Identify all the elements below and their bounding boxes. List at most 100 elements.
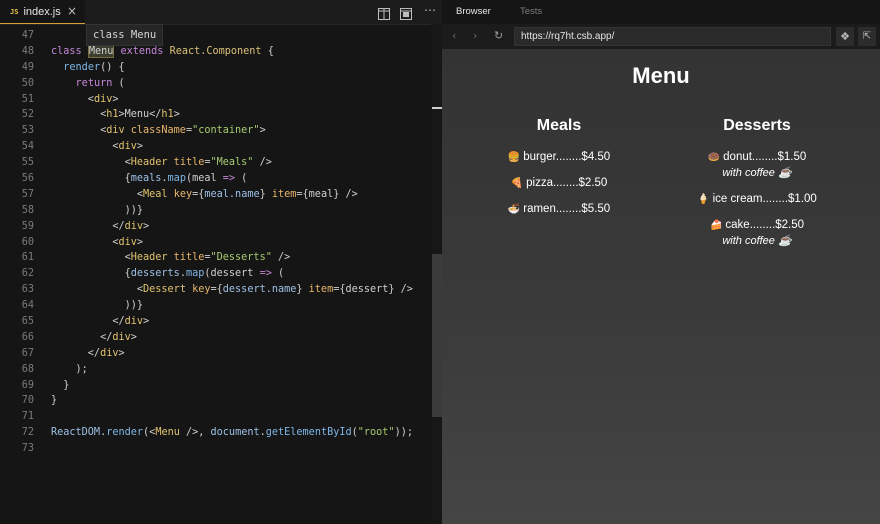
code-line[interactable]: 61 <Header title="Desserts" />	[0, 250, 430, 266]
browser-nav-bar: ‹ › ↻ https://rq7ht.csb.app/ ❖ ⇱	[442, 24, 880, 49]
code-token: {	[261, 45, 274, 57]
menu-item-label: ramen........$5.50	[523, 203, 611, 215]
overview-ruler-mark	[432, 107, 442, 109]
code-line[interactable]: 58 ))}	[0, 203, 430, 219]
code-token: getElementById	[265, 427, 352, 439]
code-token: />	[253, 157, 272, 169]
code-editor-pane[interactable]: JS index.js × ⋯ class Menu 47 48 class Men…	[0, 0, 442, 524]
code-line[interactable]: 59 </div>	[0, 219, 430, 235]
code-line[interactable]: 69 }	[0, 378, 430, 394]
split-editor-icon[interactable]	[378, 5, 390, 20]
code-token: item	[302, 284, 334, 296]
code-token: item	[265, 188, 297, 200]
code-token: div	[100, 347, 119, 359]
code-token: div	[106, 125, 125, 137]
code-token: <	[51, 157, 131, 169]
line-number: 48	[21, 45, 34, 57]
food-emoji-icon: 🍰	[709, 220, 723, 231]
code-line[interactable]: 57 <Meal key={meal.name} item={meal} />	[0, 187, 430, 203]
code-line[interactable]: 67 </div>	[0, 346, 430, 362]
code-token: (	[235, 173, 248, 185]
code-token: ))}	[51, 204, 144, 216]
more-icon[interactable]: ⋯	[424, 3, 436, 17]
preview-viewport: Menu Meals 🍔 burger........$4.50 🍕 pizza...…	[442, 49, 880, 524]
editor-scrollbar-thumb[interactable]	[432, 254, 442, 417]
code-token: "root"	[357, 427, 395, 439]
code-token: div	[124, 316, 144, 328]
open-in-new-window-icon[interactable]: ⇱	[858, 27, 876, 46]
code-line[interactable]: 52 <h1>Menu</h1>	[0, 107, 430, 123]
code-token: </	[51, 316, 125, 328]
food-emoji-icon: 🍔	[507, 152, 521, 163]
code-token: Header	[130, 157, 168, 169]
js-file-icon: JS	[10, 7, 19, 16]
forward-arrow-icon[interactable]: ›	[473, 30, 477, 42]
codesandbox-icon[interactable]: ❖	[836, 27, 854, 46]
file-tab[interactable]: JS index.js ×	[0, 0, 85, 24]
close-icon[interactable]: ×	[67, 4, 77, 18]
preview-icon[interactable]	[400, 5, 412, 20]
code-token: />,	[179, 427, 211, 439]
code-line[interactable]: 56 {meals.map(meal => (	[0, 171, 430, 187]
code-line[interactable]: 73	[0, 441, 430, 457]
code-line[interactable]: 51 <div>	[0, 92, 430, 108]
line-number: 67	[21, 347, 34, 359]
code-line[interactable]: 65 </div>	[0, 314, 430, 330]
code-line[interactable]: 71	[0, 409, 430, 425]
editor-tab-bar: JS index.js × ⋯	[0, 0, 442, 25]
code-token: (	[271, 268, 285, 280]
code-token: <	[51, 236, 119, 248]
code-token: >Menu</	[118, 109, 162, 121]
line-number: 71	[21, 411, 34, 423]
code-token: />	[271, 252, 291, 264]
code-token: key	[185, 284, 211, 296]
code-line[interactable]: 47	[0, 28, 430, 44]
code-line[interactable]: 68 );	[0, 362, 430, 378]
code-line[interactable]: 66 </div>	[0, 330, 430, 346]
code-line[interactable]: 63 <Dessert key={dessert.name} item={des…	[0, 282, 430, 298]
code-token: dessert.name	[222, 284, 297, 296]
code-token: <	[51, 93, 94, 105]
line-number: 62	[21, 268, 34, 280]
code-line[interactable]: 53 <div className="container">	[0, 123, 430, 139]
code-token: meal.name	[204, 188, 260, 200]
url-input[interactable]: https://rq7ht.csb.app/	[514, 27, 831, 46]
code-line[interactable]: 48 class Menu extends React.Component {	[0, 44, 430, 60]
code-line[interactable]: 49 render() {	[0, 60, 430, 76]
code-line[interactable]: 55 <Header title="Meals" />	[0, 155, 430, 171]
code-token: =>	[259, 268, 272, 280]
code-line[interactable]: 54 <div>	[0, 139, 430, 155]
line-number: 68	[21, 363, 34, 375]
code-token: ={	[210, 284, 223, 296]
code-line[interactable]: 60 <div>	[0, 235, 430, 251]
code-line[interactable]: 64 ))}	[0, 298, 430, 314]
tab-tests[interactable]: Tests	[520, 6, 542, 17]
code-token: Menu	[155, 427, 180, 439]
line-number: 65	[21, 316, 34, 328]
code-token: div	[124, 220, 144, 232]
code-line[interactable]: 72 ReactDOM.render(<Menu />, document.get…	[0, 425, 430, 441]
highlighted-token: Menu	[87, 44, 115, 58]
code-token: map	[185, 268, 205, 280]
code-line[interactable]: 50 return (	[0, 76, 430, 92]
code-token: ))}	[51, 300, 144, 312]
menu-item: 🍕 pizza........$2.50	[459, 177, 659, 189]
menu-item-note: with coffee ☕	[722, 235, 792, 247]
code-token: (	[112, 77, 125, 89]
tab-browser[interactable]: Browser	[456, 6, 491, 17]
reload-icon[interactable]: ↻	[494, 30, 503, 42]
code-token: ));	[394, 427, 413, 439]
code-token: >	[136, 236, 144, 248]
code-token: key	[167, 188, 193, 200]
menu-item: 🍦 ice cream........$1.00	[657, 193, 857, 205]
desserts-list: 🍩 donut........$1.50 with coffee ☕ 🍦 ice cre…	[657, 151, 857, 247]
line-number: 53	[21, 125, 34, 137]
code-line[interactable]: 70}	[0, 393, 430, 409]
line-number: 52	[21, 109, 34, 121]
line-number: 50	[21, 77, 34, 89]
code-area[interactable]: 47 48 class Menu extends React.Component {…	[0, 28, 430, 457]
back-arrow-icon[interactable]: ‹	[452, 30, 456, 42]
food-emoji-icon: 🍩	[707, 152, 721, 163]
code-line[interactable]: 62 {desserts.map(dessert => (	[0, 266, 430, 282]
code-token: >	[118, 347, 125, 359]
